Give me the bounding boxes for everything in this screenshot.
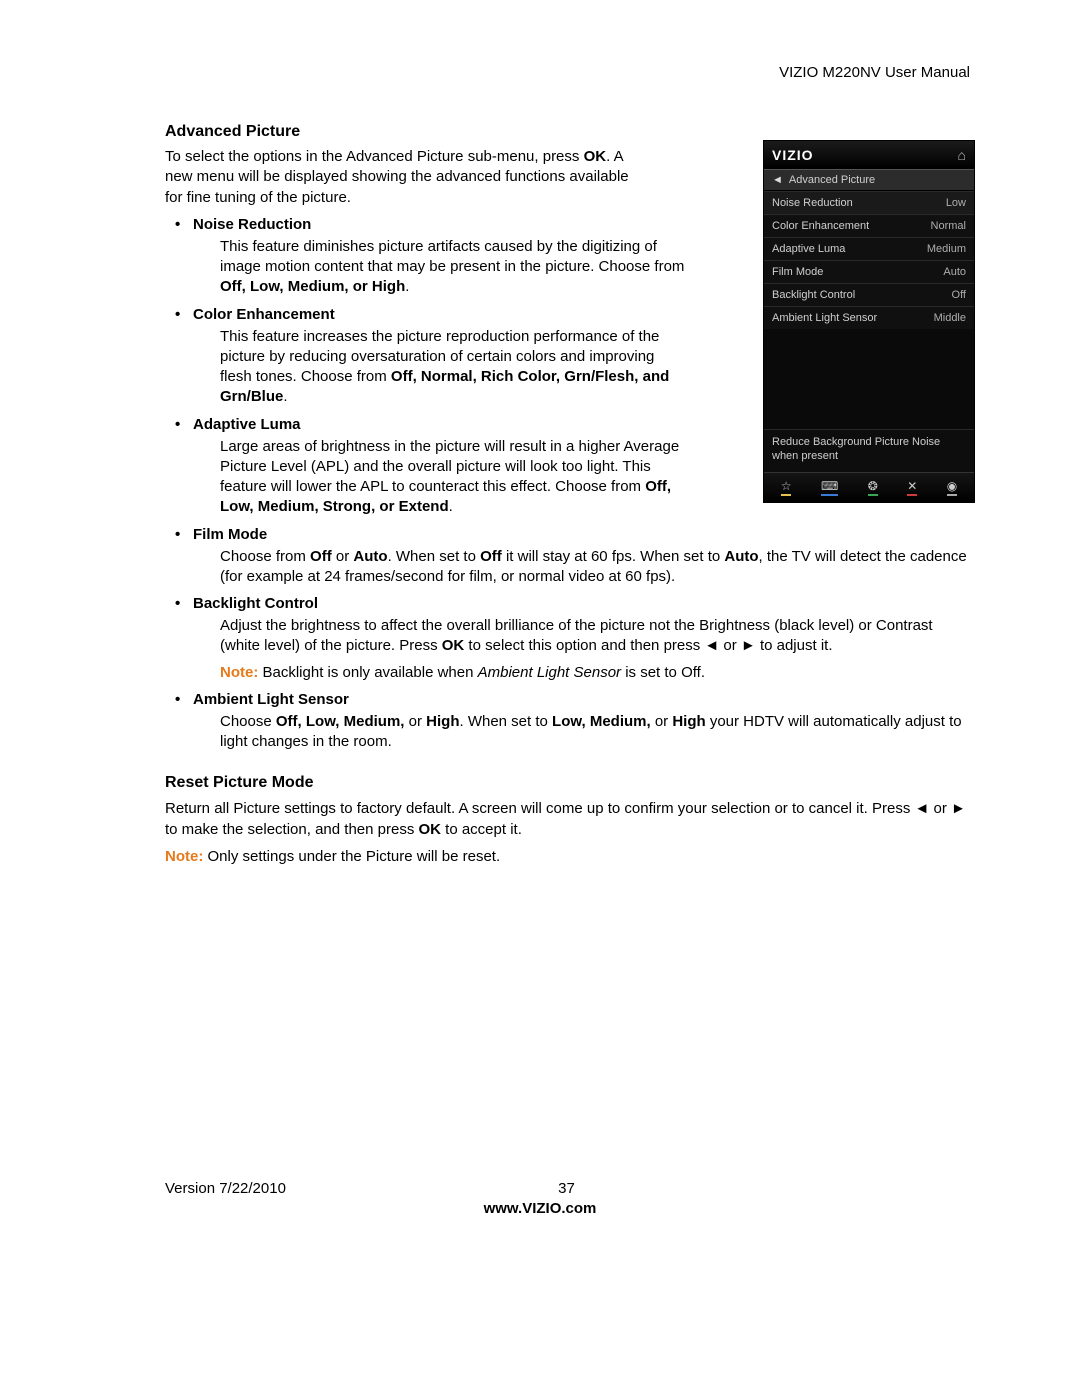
feature-noise-title: Noise Reduction (193, 216, 311, 233)
bullet-icon: • (165, 526, 193, 543)
intro-ok: OK (584, 148, 607, 165)
bl-note-lbl: Note: (220, 664, 258, 681)
page-header: VIZIO M220NV User Manual (165, 64, 970, 81)
section-reset-heading: Reset Picture Mode (165, 774, 970, 792)
osd-row-value: Medium (927, 243, 966, 255)
bullet-icon: • (165, 306, 193, 323)
reset-ok: OK (418, 821, 441, 838)
film-o2: Auto (353, 548, 387, 565)
osd-bottom-bar: ☆ ⌨ ❂ ✕ ◉ (764, 472, 974, 502)
film-o4: Auto (724, 548, 758, 565)
feature-backlight-body: Adjust the brightness to affect the over… (220, 616, 970, 657)
feature-noise-body: This feature diminishes picture artifact… (220, 237, 690, 298)
section-reset-note: Note: Only settings under the Picture wi… (165, 846, 970, 867)
section-advanced-picture-intro: To select the options in the Advanced Pi… (165, 147, 635, 208)
reset-b: to accept it. (441, 821, 522, 838)
osd-breadcrumb: ◄ Advanced Picture (764, 169, 974, 191)
osd-row-label: Film Mode (772, 266, 823, 278)
bl-note-off: Off (681, 664, 701, 681)
footer-page-number: 37 (558, 1180, 575, 1197)
osd-row-film: Film Mode Auto (764, 260, 974, 283)
osd-row-label: Adaptive Luma (772, 243, 845, 255)
osd-row-als: Ambient Light Sensor Middle (764, 306, 974, 329)
osd-row-value: Normal (931, 220, 966, 232)
als-b: or (404, 713, 426, 730)
feature-luma-body: Large areas of brightness in the picture… (220, 437, 690, 518)
osd-row-noise: Noise Reduction Low (764, 191, 974, 214)
osd-row-label: Noise Reduction (772, 197, 853, 209)
osd-row-label: Backlight Control (772, 289, 855, 301)
bl-note-i: Ambient Light Sensor (478, 664, 621, 681)
noise-body-a: This feature diminishes picture artifact… (220, 238, 684, 275)
osd-row-value: Off (952, 289, 966, 301)
bullet-icon: • (165, 416, 193, 433)
osd-row-label: Color Enhancement (772, 220, 869, 232)
bl-note-b: is set to (621, 664, 681, 681)
page-footer: Version 7/22/2010 37 (165, 1180, 968, 1197)
noise-body-b: . (405, 278, 409, 295)
keyboard-icon: ⌨ (821, 479, 838, 496)
osd-row-value: Low (946, 197, 966, 209)
star-icon: ☆ (781, 479, 792, 496)
home-icon: ⌂ (958, 147, 966, 163)
osd-row-backlight: Backlight Control Off (764, 283, 974, 306)
als-o2: High (426, 713, 459, 730)
luma-body-a: Large areas of brightness in the picture… (220, 438, 679, 496)
bl-note-c: . (701, 664, 705, 681)
reset-note-lbl: Note: (165, 848, 203, 865)
osd-crumb-label: Advanced Picture (789, 174, 875, 186)
als-o4: High (672, 713, 705, 730)
als-c: . When set to (460, 713, 553, 730)
als-a: Choose (220, 713, 276, 730)
intro-text-a: To select the options in the Advanced Pi… (165, 148, 584, 165)
osd-row-color: Color Enhancement Normal (764, 214, 974, 237)
close-icon: ✕ (907, 479, 917, 496)
reset-note-text: Only settings under the Picture will be … (203, 848, 500, 865)
feature-backlight-title: Backlight Control (193, 595, 318, 612)
osd-menu-screenshot: VIZIO ⌂ ◄ Advanced Picture Noise Reducti… (763, 140, 975, 503)
feature-color-body: This feature increases the picture repro… (220, 327, 690, 408)
als-d: or (651, 713, 673, 730)
noise-opts: Off, Low, Medium, or High (220, 278, 405, 295)
osd-logo: VIZIO (772, 147, 814, 163)
feature-luma-title: Adaptive Luma (193, 416, 301, 433)
feature-film-title: Film Mode (193, 526, 267, 543)
osd-row-label: Ambient Light Sensor (772, 312, 877, 324)
feature-film-body: Choose from Off or Auto. When set to Off… (220, 547, 970, 588)
footer-url: www.VIZIO.com (0, 1200, 1080, 1217)
back-arrow-icon: ◄ (772, 174, 783, 186)
film-o3: Off (480, 548, 502, 565)
bl-note-a: Backlight is only available when (258, 664, 477, 681)
osd-row-value: Middle (934, 312, 966, 324)
film-d: it will stay at 60 fps. When set to (502, 548, 725, 565)
osd-help-text: Reduce Background Picture Noise when pre… (764, 429, 974, 472)
osd-empty-area (764, 329, 974, 429)
bullet-icon: • (165, 216, 193, 233)
footer-version: Version 7/22/2010 (165, 1180, 558, 1197)
film-o1: Off (310, 548, 332, 565)
luma-body-b: . (449, 498, 453, 515)
film-c: . When set to (388, 548, 481, 565)
als-o1: Off, Low, Medium, (276, 713, 405, 730)
section-reset-body: Return all Picture settings to factory d… (165, 798, 970, 840)
feature-color-title: Color Enhancement (193, 306, 335, 323)
film-a: Choose from (220, 548, 310, 565)
bullet-icon: • (165, 595, 193, 612)
bullet-icon: • (165, 691, 193, 708)
color-body-b: . (283, 388, 287, 405)
film-b: or (332, 548, 354, 565)
record-icon: ◉ (947, 479, 957, 496)
globe-icon: ❂ (868, 479, 878, 496)
als-o3: Low, Medium, (552, 713, 651, 730)
bl-ok: OK (442, 637, 465, 654)
feature-backlight-note: Note: Backlight is only available when A… (220, 663, 970, 683)
reset-a: Return all Picture settings to factory d… (165, 800, 966, 838)
feature-als-title: Ambient Light Sensor (193, 691, 349, 708)
osd-row-luma: Adaptive Luma Medium (764, 237, 974, 260)
section-advanced-picture-heading: Advanced Picture (165, 123, 970, 141)
bl-b: to select this option and then press ◄ o… (464, 637, 832, 654)
osd-row-value: Auto (943, 266, 966, 278)
feature-als-body: Choose Off, Low, Medium, or High. When s… (220, 712, 970, 753)
